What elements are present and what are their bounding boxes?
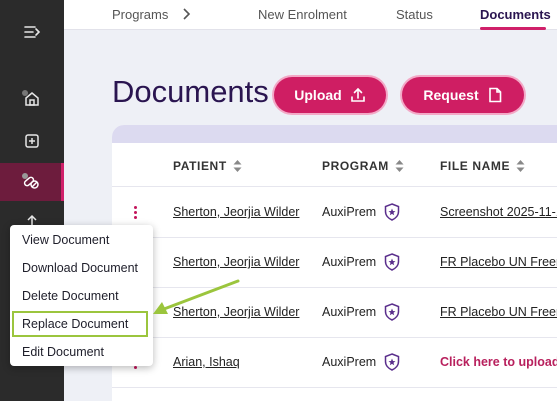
- sidebar-item-home[interactable]: [0, 79, 64, 119]
- sidebar-item-medical[interactable]: [0, 121, 64, 161]
- top-navigation: Programs New Enrolment Status Documents: [64, 0, 557, 30]
- program-name: AuxiPrem: [322, 355, 377, 369]
- file-name-link[interactable]: FR Placebo UN Freem: [440, 305, 557, 319]
- file-name-link[interactable]: FR Placebo UN Freem: [440, 255, 557, 269]
- menu-item-view-document[interactable]: View Document: [22, 233, 109, 247]
- sort-icon: [395, 160, 404, 172]
- menu-item-download-document[interactable]: Download Document: [22, 261, 138, 275]
- shield-star-icon: [384, 203, 400, 221]
- notification-dot: [22, 173, 28, 179]
- upload-file-link[interactable]: Click here to upload: [440, 355, 557, 369]
- column-header-file-name[interactable]: FILE NAME: [440, 159, 525, 173]
- annotation-arrow-icon: [153, 279, 240, 314]
- table-row: Sherton, Jeorjia Wilder AuxiPrem Screens…: [112, 188, 557, 238]
- shield-star-icon: [384, 303, 400, 321]
- documents-table: PATIENT PROGRAM FILE NAME Sherton, Jeorj…: [112, 125, 557, 401]
- column-header-program[interactable]: PROGRAM: [322, 159, 404, 173]
- menu-item-edit-document[interactable]: Edit Document: [22, 345, 104, 359]
- request-button-label: Request: [423, 87, 479, 103]
- breadcrumb-programs[interactable]: Programs: [112, 7, 168, 22]
- program-name: AuxiPrem: [322, 305, 377, 319]
- patient-link[interactable]: Sherton, Jeorjia Wilder: [173, 205, 299, 219]
- sort-icon: [516, 160, 525, 172]
- upload-button-label: Upload: [294, 87, 342, 103]
- shield-star-icon: [384, 353, 400, 371]
- notification-dot: [22, 90, 28, 96]
- row-context-menu: View Document Download Document Delete D…: [10, 225, 153, 366]
- menu-collapse-icon[interactable]: [0, 12, 64, 52]
- document-icon: [488, 87, 501, 103]
- program-name: AuxiPrem: [322, 255, 377, 269]
- table-row: Arian, Ishaq AuxiPrem Click here to uplo…: [112, 338, 557, 388]
- upload-icon: [350, 87, 365, 102]
- patient-link[interactable]: Sherton, Jeorjia Wilder: [173, 255, 299, 269]
- shield-star-icon: [384, 253, 400, 271]
- upload-button[interactable]: Upload: [274, 77, 386, 113]
- menu-item-replace-document[interactable]: Replace Document: [22, 317, 128, 331]
- program-name: AuxiPrem: [322, 205, 377, 219]
- request-button[interactable]: Request: [402, 77, 524, 113]
- tab-status[interactable]: Status: [396, 7, 433, 22]
- table-header-band: [112, 125, 557, 143]
- page-title: Documents: [112, 74, 269, 109]
- file-name-link[interactable]: Screenshot 2025-11-1: [440, 205, 557, 219]
- medical-kit-icon: [25, 134, 39, 148]
- column-header-patient[interactable]: PATIENT: [173, 159, 242, 173]
- chevron-right-icon: [182, 7, 192, 26]
- tab-new-enrolment[interactable]: New Enrolment: [258, 7, 347, 22]
- patient-link[interactable]: Arian, Ishaq: [173, 355, 240, 369]
- sidebar-item-programs[interactable]: [0, 163, 64, 201]
- sort-icon: [233, 160, 242, 172]
- tab-documents[interactable]: Documents: [480, 7, 551, 22]
- menu-item-delete-document[interactable]: Delete Document: [22, 289, 119, 303]
- table-header-row: PATIENT PROGRAM FILE NAME: [112, 143, 557, 187]
- active-tab-indicator: [480, 27, 546, 30]
- row-actions-kebab-icon[interactable]: [134, 206, 138, 221]
